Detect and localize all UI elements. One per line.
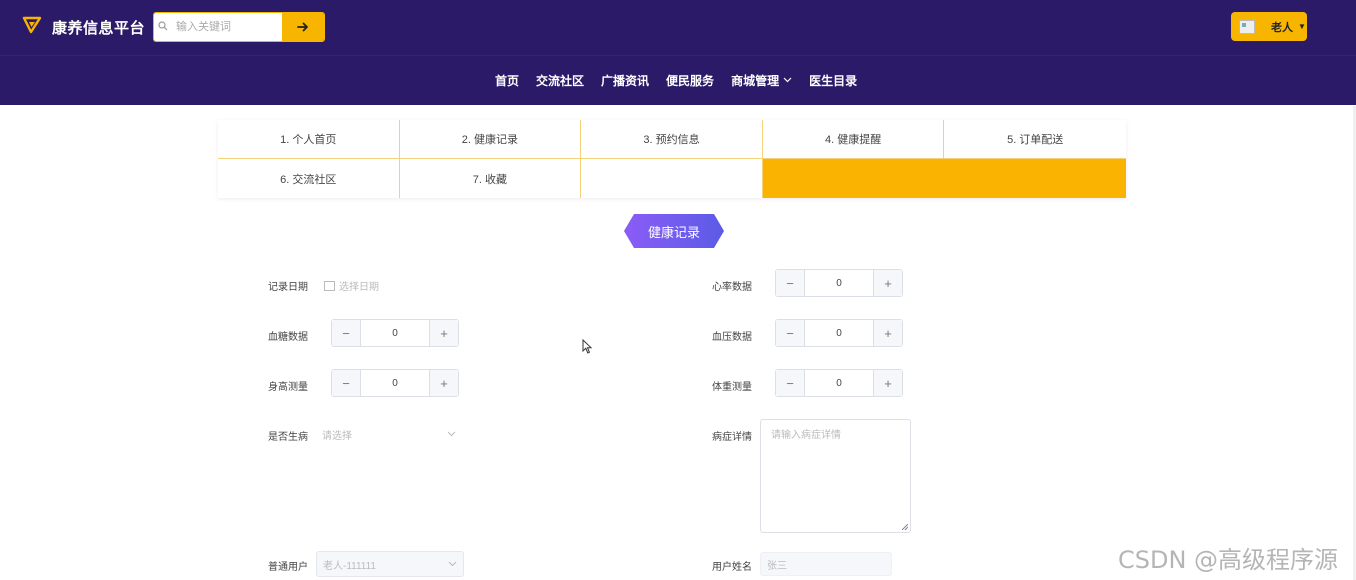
blood-sugar-label: 血糖数据 [268, 332, 308, 343]
user-name: 老人 [1271, 21, 1293, 34]
heart-rate-label: 心率数据 [712, 282, 752, 293]
brand[interactable]: 康养信息平台 [22, 15, 145, 39]
mouse-cursor-icon [582, 338, 593, 359]
blood-sugar-stepper: − 0 + [331, 319, 459, 347]
nav-item-mall[interactable]: 商城管理 [731, 72, 792, 89]
tab-health-reminders[interactable]: 4. 健康提醒 [762, 120, 945, 159]
blood-pressure-value[interactable]: 0 [805, 320, 873, 346]
search-input-wrap [154, 13, 282, 41]
height-stepper: − 0 + [331, 369, 459, 397]
plus-icon[interactable]: + [873, 320, 902, 346]
minus-icon[interactable]: − [776, 370, 805, 396]
user-name-label: 用户姓名 [712, 562, 752, 573]
height-label: 身高测量 [268, 382, 308, 393]
minus-icon[interactable]: − [776, 270, 805, 296]
weight-label: 体重测量 [712, 382, 752, 393]
profile-tabs: 1. 个人首页 2. 健康记录 3. 预约信息 4. 健康提醒 5. 订单配送 … [218, 120, 1126, 198]
nav-item-doctors[interactable]: 医生目录 [809, 72, 857, 89]
minus-icon[interactable]: − [332, 320, 361, 346]
heart-rate-stepper: − 0 + [775, 269, 903, 297]
record-date-placeholder: 选择日期 [339, 282, 379, 293]
top-header: 康养信息平台 老人 ▼ [0, 0, 1356, 56]
minus-icon[interactable]: − [776, 320, 805, 346]
avatar [1239, 19, 1255, 34]
plus-icon[interactable]: + [429, 370, 458, 396]
user-name-input[interactable]: 张三 [760, 552, 892, 576]
search-input[interactable] [174, 20, 278, 34]
is-sick-label: 是否生病 [268, 432, 308, 443]
watermark: CSDN @高级程序源 [1118, 546, 1339, 574]
user-name-value: 张三 [767, 560, 787, 572]
record-date-input[interactable]: 选择日期 [324, 278, 379, 293]
record-date-label: 记录日期 [268, 282, 308, 293]
ordinary-user-value: 老人-111111 [323, 560, 376, 572]
tab-health-records[interactable]: 2. 健康记录 [399, 120, 582, 159]
section-title: 健康记录 [624, 214, 724, 248]
logo-icon [22, 15, 42, 40]
arrow-right-icon [297, 19, 309, 35]
tab-appointments[interactable]: 3. 预约信息 [581, 120, 763, 159]
symptom-placeholder: 请输入病症详情 [771, 430, 841, 441]
minus-icon[interactable]: − [332, 370, 361, 396]
symptom-label: 病症详情 [712, 432, 752, 443]
tab-order-delivery[interactable]: 5. 订单配送 [944, 120, 1126, 159]
main-nav: 首页 交流社区 广播资讯 便民服务 商城管理 医生目录 [0, 56, 1356, 105]
chevron-down-icon [783, 75, 792, 86]
weight-value[interactable]: 0 [805, 370, 873, 396]
blood-pressure-stepper: − 0 + [775, 319, 903, 347]
search-box [153, 12, 325, 42]
tab-empty-cell [581, 159, 763, 198]
ordinary-user-label: 普通用户 [268, 562, 308, 573]
caret-down-icon: ▼ [1298, 22, 1306, 31]
plus-icon[interactable]: + [429, 320, 458, 346]
search-button[interactable] [282, 13, 324, 41]
is-sick-placeholder: 请选择 [322, 430, 352, 442]
nav-item-home[interactable]: 首页 [495, 72, 519, 89]
plus-icon[interactable]: + [873, 270, 902, 296]
tab-filler [762, 159, 1126, 198]
app-title: 康养信息平台 [52, 19, 146, 37]
nav-item-mall-label: 商城管理 [731, 74, 780, 88]
is-sick-select[interactable]: 请选择 [316, 421, 462, 447]
calendar-icon [324, 280, 335, 291]
weight-stepper: − 0 + [775, 369, 903, 397]
blood-sugar-value[interactable]: 0 [361, 320, 429, 346]
user-menu-button[interactable]: 老人 ▼ [1231, 12, 1307, 41]
symptom-textarea[interactable]: 请输入病症详情 [760, 419, 911, 533]
nav-item-services[interactable]: 便民服务 [666, 72, 714, 89]
chevron-down-icon [448, 559, 457, 569]
heart-rate-value[interactable]: 0 [805, 270, 873, 296]
nav-item-community[interactable]: 交流社区 [536, 72, 584, 89]
height-value[interactable]: 0 [361, 370, 429, 396]
plus-icon[interactable]: + [873, 370, 902, 396]
nav-item-news[interactable]: 广播资讯 [601, 72, 649, 89]
blood-pressure-label: 血压数据 [712, 332, 752, 343]
nav-items: 首页 交流社区 广播资讯 便民服务 商城管理 医生目录 [495, 56, 874, 105]
tab-personal-home[interactable]: 1. 个人首页 [218, 120, 400, 159]
chevron-down-icon [447, 429, 456, 439]
resize-grip-icon[interactable] [902, 524, 908, 530]
ordinary-user-select[interactable]: 老人-111111 [316, 551, 464, 577]
search-icon [158, 20, 174, 34]
tab-community[interactable]: 6. 交流社区 [218, 159, 400, 198]
tab-favorites[interactable]: 7. 收藏 [399, 159, 582, 198]
